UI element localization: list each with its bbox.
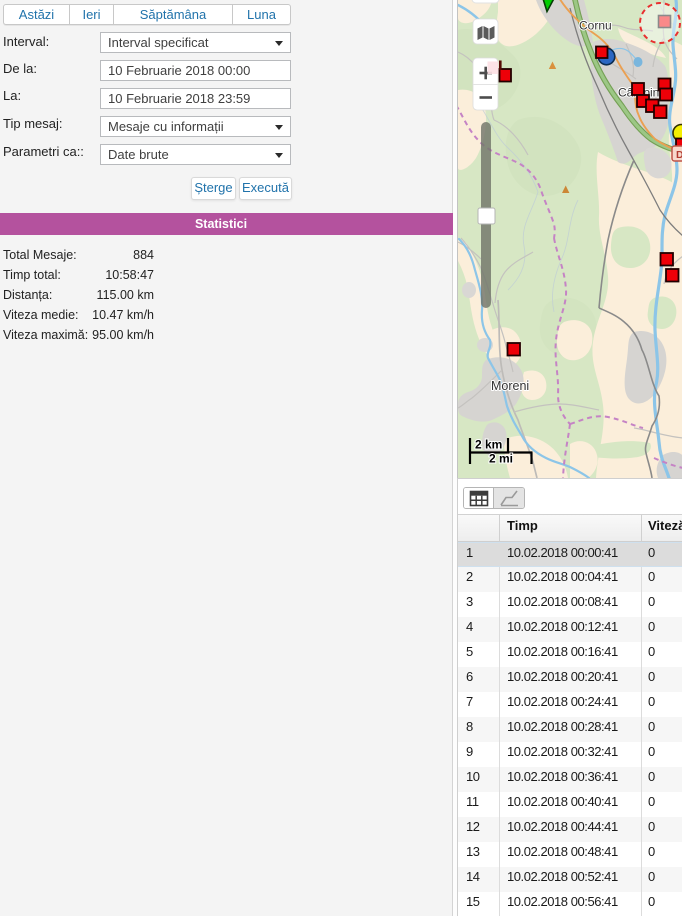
svg-text:2 mi: 2 mi	[489, 452, 513, 466]
svg-text:D: D	[676, 149, 682, 161]
svg-text:2 km: 2 km	[475, 438, 502, 452]
svg-text:Moreni: Moreni	[491, 379, 529, 393]
svg-text:Cornu: Cornu	[579, 19, 612, 33]
